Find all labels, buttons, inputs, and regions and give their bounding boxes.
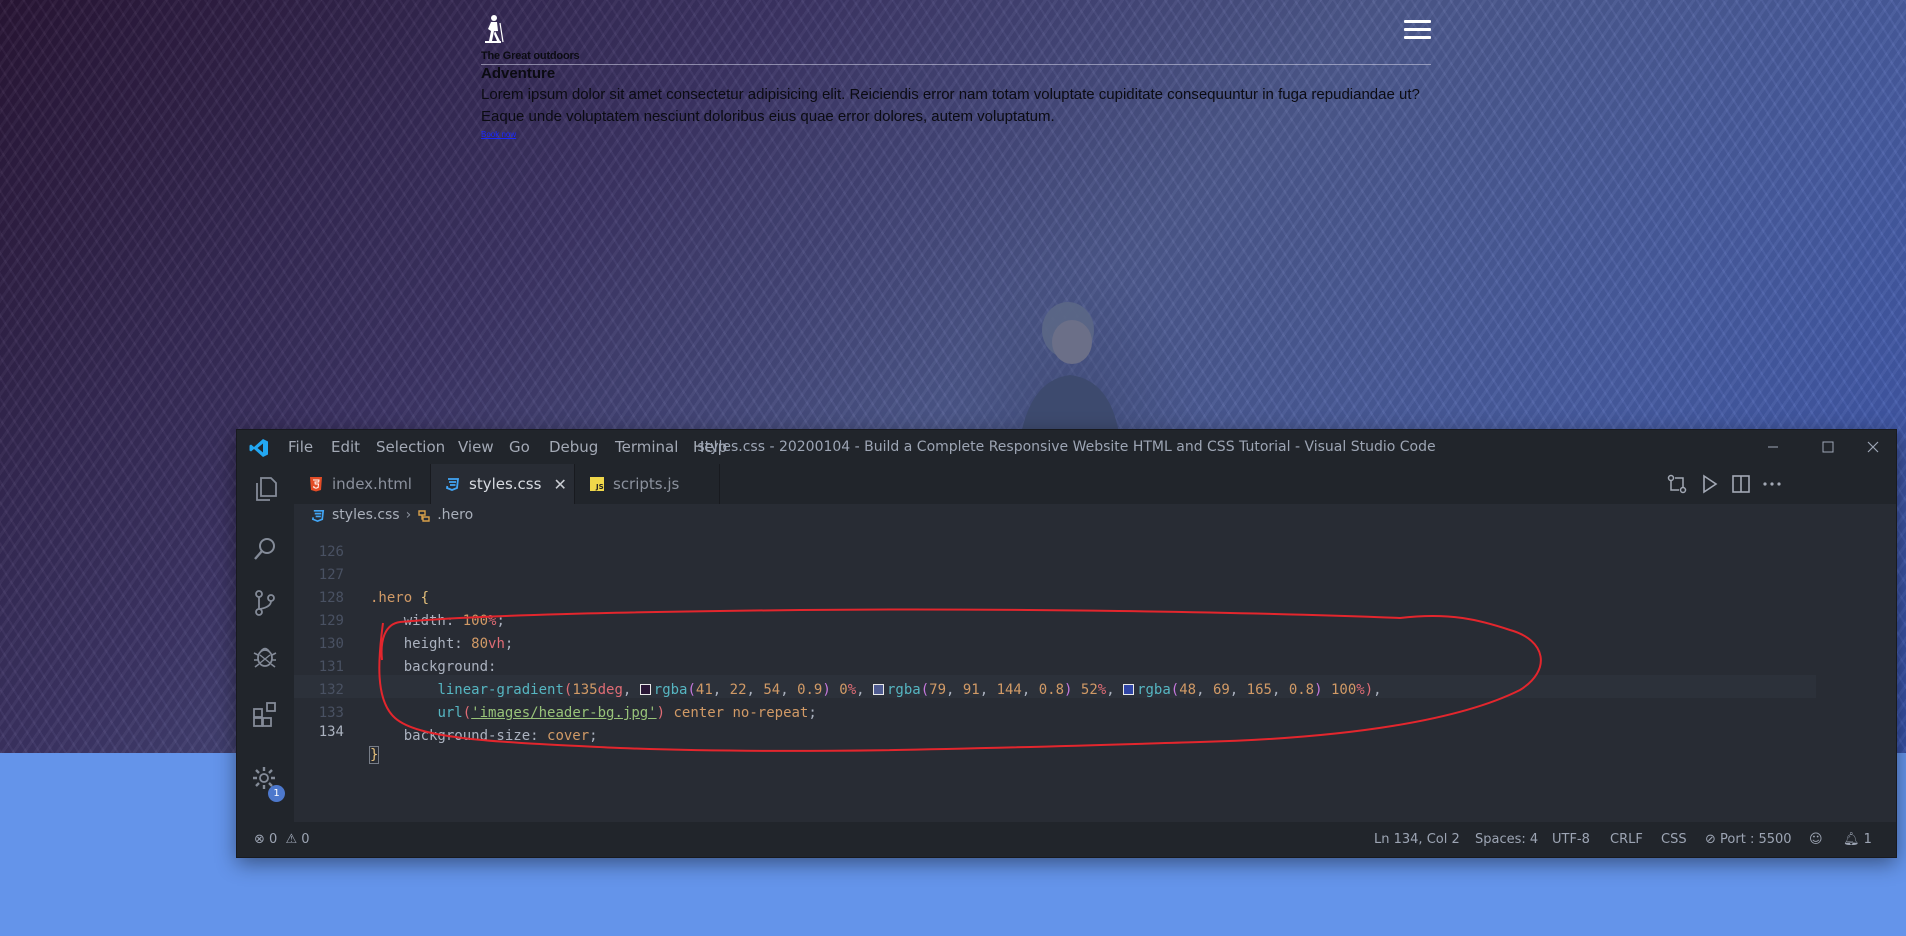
breadcrumb-file[interactable]: styles.css [311, 507, 400, 523]
breadcrumb: styles.css › .hero [294, 504, 1896, 526]
breadcrumb-file-label: styles.css [332, 507, 400, 523]
breadcrumb-symbol[interactable]: .hero [417, 507, 473, 523]
feedback-smiley-icon[interactable]: ☺ [1809, 832, 1823, 847]
code-line: 131 linear-gradient(135deg, rgba(41, 22,… [294, 633, 1816, 698]
live-server-port[interactable]: ⊘ Port : 5500 [1705, 832, 1792, 847]
error-count: 0 [269, 832, 278, 847]
menu-edit[interactable]: Edit [331, 438, 360, 456]
book-now-link[interactable]: Book now [481, 130, 516, 139]
language-mode[interactable]: CSS [1661, 832, 1687, 847]
line-number: 134 [318, 724, 344, 740]
vscode-logo-icon [249, 439, 268, 457]
settings-update-badge: 1 [268, 785, 285, 802]
notifications[interactable]: 🔔︎ 1 [1843, 832, 1872, 847]
explorer-files-icon[interactable] [250, 474, 280, 504]
code-line: 132 url('images/header-bg.jpg') center n… [294, 656, 1816, 721]
close-window-icon[interactable] [1850, 430, 1896, 464]
menu-go[interactable]: Go [509, 438, 530, 456]
hamburger-menu-icon[interactable] [1404, 20, 1431, 40]
css-selector-icon [418, 509, 430, 522]
code-line: 129 height: 80vh; [294, 587, 1816, 652]
warning-count: 0 [301, 832, 310, 847]
tab-close-icon[interactable]: ✕ [553, 475, 566, 494]
search-icon[interactable] [250, 534, 280, 564]
close-brace: } [368, 746, 380, 764]
breadcrumb-symbol-label: .hero [437, 507, 474, 523]
code-line: 134 } [294, 698, 1816, 764]
compare-changes-icon[interactable] [1665, 472, 1689, 496]
tab-index-html[interactable]: index.html [294, 464, 431, 504]
menu-file[interactable]: File [288, 438, 313, 456]
code-line: 128 width: 100%; [294, 564, 1816, 629]
svg-text:JS: JS [595, 483, 604, 491]
html5-icon [310, 477, 322, 492]
debug-bug-icon[interactable] [250, 641, 280, 671]
hero-title: Adventure [481, 65, 556, 82]
hiker-photo [1020, 302, 1120, 440]
activity-bar: 1 [237, 464, 294, 822]
indentation[interactable]: Spaces: 4 [1475, 832, 1538, 847]
split-editor-icon[interactable] [1729, 472, 1753, 496]
tab-label: scripts.js [613, 475, 680, 493]
menu-selection[interactable]: Selection [376, 438, 445, 456]
cursor-position[interactable]: Ln 134, Col 2 [1374, 832, 1460, 847]
menu-debug[interactable]: Debug [549, 438, 598, 456]
run-play-icon[interactable] [1697, 472, 1721, 496]
notification-count: 1 [1863, 832, 1872, 847]
code-line: 127 .hero { [294, 541, 1816, 606]
broadcast-icon: ⊘ [1705, 832, 1716, 847]
code-editor[interactable]: 126 127 .hero { 128 width: 100%; 129 hei… [294, 526, 1816, 822]
menu-terminal[interactable]: Terminal [615, 438, 678, 456]
more-actions-icon[interactable] [1760, 472, 1784, 496]
encoding[interactable]: UTF-8 [1552, 832, 1590, 847]
css-keyword: cover [547, 728, 590, 744]
status-bar: ⊗ 0 ⚠ 0 Ln 134, Col 2 Spaces: 4 UTF-8 CR… [237, 822, 1896, 857]
tab-scripts-js[interactable]: JS scripts.js [575, 464, 720, 504]
site-logo-text[interactable]: The Great outdoors [481, 50, 580, 62]
port-label: Port : 5500 [1720, 832, 1792, 847]
code-line: 126 [294, 526, 1816, 560]
chevron-right-icon: › [405, 507, 412, 523]
menu-view[interactable]: View [458, 438, 494, 456]
css-property: background-size [403, 728, 531, 744]
header-divider [481, 64, 1431, 65]
minimize-icon[interactable] [1750, 430, 1796, 464]
problems-indicator[interactable]: ⊗ 0 ⚠ 0 [254, 832, 310, 847]
extensions-icon[interactable] [250, 699, 280, 729]
error-icon: ⊗ [254, 832, 265, 847]
menu-help[interactable]: Help [693, 438, 727, 456]
tab-label: styles.css [469, 475, 542, 493]
source-control-icon[interactable] [250, 588, 280, 618]
end-of-line[interactable]: CRLF [1610, 832, 1643, 847]
hero-paragraph: Lorem ipsum dolor sit amet consectetur a… [481, 86, 1420, 125]
hiker-logo-icon[interactable] [482, 14, 504, 44]
title-bar: File Edit Selection View Go Debug Termin… [237, 430, 1896, 464]
warning-icon: ⚠ [285, 832, 298, 847]
css3-icon [311, 509, 325, 522]
bell-icon: 🔔︎ [1843, 832, 1860, 847]
code-line: 130 background: [294, 610, 1816, 675]
maximize-icon[interactable] [1805, 430, 1851, 464]
css3-icon [446, 478, 460, 491]
js-icon: JS [590, 477, 604, 491]
tab-styles-css[interactable]: styles.css ✕ [431, 464, 575, 504]
editor-tab-bar: index.html styles.css ✕ JS scripts.js [294, 464, 1896, 504]
vscode-window: File Edit Selection View Go Debug Termin… [237, 430, 1896, 857]
tab-label: index.html [332, 475, 412, 493]
